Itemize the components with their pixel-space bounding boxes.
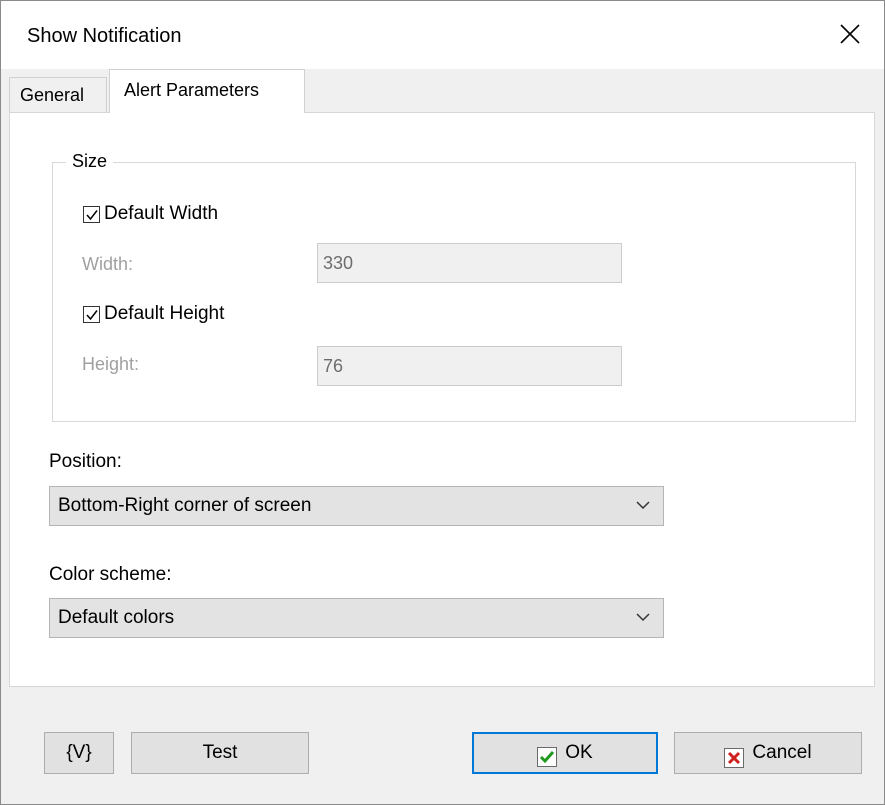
chevron-down-icon — [636, 501, 650, 510]
cancel-button[interactable]: Cancel — [674, 732, 862, 774]
color-scheme-label: Color scheme: — [49, 564, 172, 585]
default-width-label: Default Width — [104, 203, 219, 224]
color-scheme-select[interactable]: Default colors — [49, 598, 664, 638]
title-bar: Show Notification — [1, 1, 884, 69]
chevron-down-icon — [636, 613, 650, 622]
color-scheme-selected-value: Default colors — [58, 607, 175, 628]
size-group-legend: Size — [66, 151, 114, 172]
default-height-checkbox[interactable]: Default Height — [83, 303, 224, 325]
tab-general[interactable]: General — [9, 77, 107, 113]
test-button[interactable]: Test — [131, 732, 309, 774]
tab-alert-parameters[interactable]: Alert Parameters — [109, 69, 305, 113]
ok-label: OK — [565, 742, 593, 763]
x-icon — [724, 743, 745, 768]
checkbox-box[interactable] — [83, 205, 100, 223]
window-title: Show Notification — [27, 25, 182, 47]
check-icon — [86, 309, 98, 320]
cancel-label: Cancel — [752, 742, 812, 763]
tab-panel: Size Default Width Width: 330 Default He… — [9, 112, 875, 687]
check-icon — [86, 209, 98, 220]
ok-button[interactable]: OK — [472, 732, 658, 774]
width-label: Width: — [82, 254, 134, 274]
position-label: Position: — [49, 451, 122, 472]
dialog-window: Show Notification General Alert Paramete… — [0, 0, 885, 805]
height-label: Height: — [82, 354, 140, 374]
check-icon — [537, 743, 558, 767]
default-height-label: Default Height — [104, 303, 225, 324]
position-selected-value: Bottom-Right corner of screen — [58, 495, 312, 516]
close-button[interactable] — [816, 1, 884, 69]
close-icon — [840, 24, 860, 44]
variables-button[interactable]: {V} — [44, 732, 114, 774]
position-select[interactable]: Bottom-Right corner of screen — [49, 486, 664, 526]
default-width-checkbox[interactable]: Default Width — [83, 203, 218, 225]
checkbox-box[interactable] — [83, 305, 100, 323]
width-field[interactable]: 330 — [317, 243, 622, 283]
height-field[interactable]: 76 — [317, 346, 622, 386]
